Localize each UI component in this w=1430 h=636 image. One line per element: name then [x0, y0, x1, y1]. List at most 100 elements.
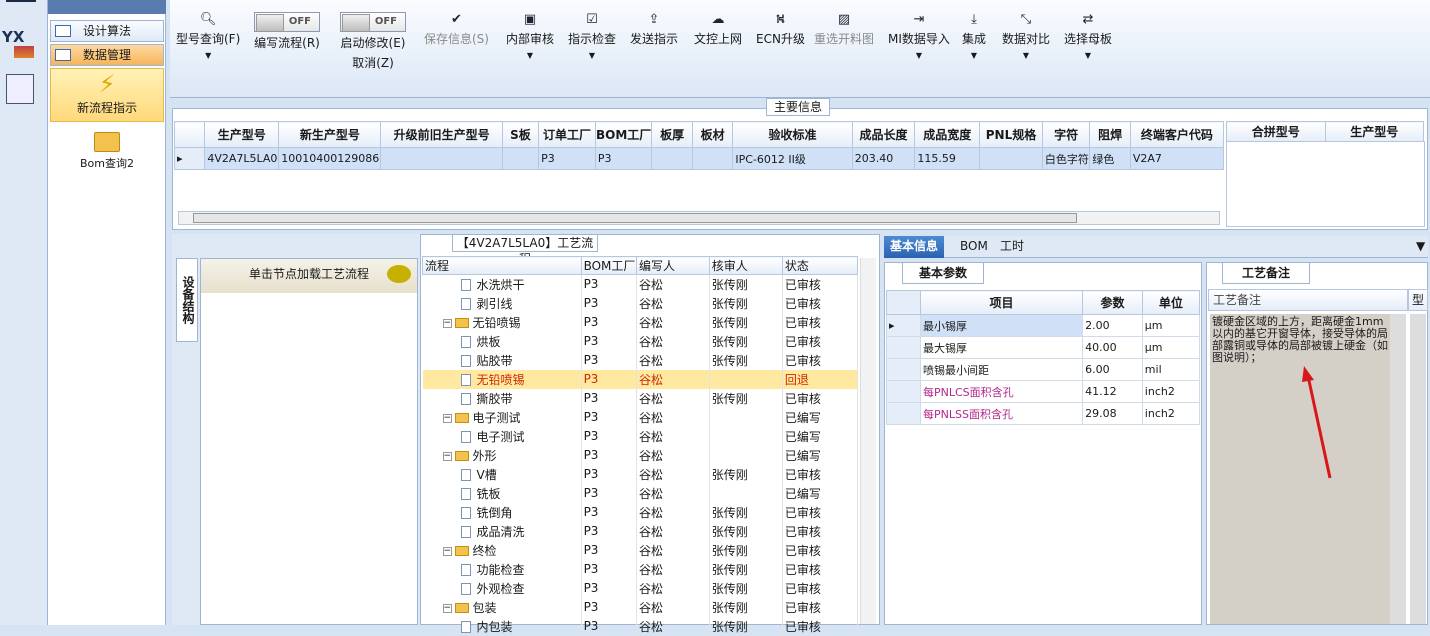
tree-row[interactable]: 成品清洗 P3 谷松 张传刚 已审核	[422, 521, 859, 541]
param-value[interactable]: 29.08	[1082, 402, 1143, 425]
tree-row[interactable]: 无铅喷锡 P3 谷松 回退	[422, 369, 859, 389]
grid-cell[interactable]: 绿色	[1089, 147, 1131, 170]
tree-row[interactable]: 水洗烘干 P3 谷松 张传刚 已审核	[422, 274, 859, 294]
tree-row[interactable]: 外观检查 P3 谷松 张传刚 已审核	[422, 578, 859, 598]
nav-item-design-algorithm[interactable]: 设计算法	[50, 20, 164, 42]
scroll-thumb[interactable]	[193, 213, 1077, 223]
grid-cell[interactable]	[501, 147, 540, 170]
save-info-button[interactable]: ✔ 保存信息(S)	[424, 12, 489, 47]
equipment-structure-tab[interactable]: 设备结构	[176, 258, 198, 342]
note-scrollbar-2[interactable]	[1410, 314, 1426, 624]
param-value[interactable]: 41.12	[1082, 380, 1143, 403]
grid-cell[interactable]: 10010400129086	[278, 147, 382, 170]
tree-row[interactable]: 剥引线 P3 谷松 张传刚 已审核	[422, 293, 859, 313]
param-value[interactable]: 2.00	[1082, 314, 1143, 337]
model-query-button[interactable]: 🔍︎ 型号查询(F) ▼	[176, 12, 240, 60]
tree-column-header[interactable]: 核审人	[708, 256, 783, 275]
column-header[interactable]: 订单工厂	[538, 121, 596, 148]
tab-basic-info[interactable]: 基本信息	[884, 236, 945, 258]
column-header[interactable]: PNL规格	[979, 121, 1043, 148]
collapse-icon[interactable]: −	[442, 546, 452, 556]
nav-item-new-flow[interactable]: ⚡ 新流程指示	[50, 68, 164, 122]
tree-row[interactable]: − 包装 P3 谷松 张传刚 已审核	[422, 597, 859, 617]
select-motherboard-button[interactable]: ⇄ 选择母板 ▼	[1064, 12, 1112, 60]
collapse-icon[interactable]: −	[442, 318, 452, 328]
tree-row[interactable]: 功能检查 P3 谷松 张传刚 已审核	[422, 559, 859, 579]
tree-row[interactable]: 撕胶带 P3 谷松 张传刚 已审核	[422, 388, 859, 408]
column-header[interactable]: 验收标准	[732, 121, 853, 148]
grid-cell[interactable]	[651, 147, 693, 170]
grid-cell[interactable]: 115.59	[914, 147, 981, 170]
column-header[interactable]: 终端客户代码	[1129, 121, 1225, 148]
send-instruction-button[interactable]: ⇪ 发送指示	[630, 12, 678, 47]
column-header[interactable]: 升级前旧生产型号	[380, 121, 503, 148]
tree-row[interactable]: 贴胶带 P3 谷松 张传刚 已审核	[422, 350, 859, 370]
mi-import-button[interactable]: ⇥ MI数据导入 ▼	[888, 12, 950, 60]
column-header[interactable]: 成品宽度	[914, 121, 981, 148]
doc-online-button[interactable]: ☁ 文控上网	[694, 12, 742, 47]
grid-cell[interactable]: 4V2A7L5LA0	[204, 147, 280, 170]
tree-row[interactable]: − 终检 P3 谷松 张传刚 已审核	[422, 540, 859, 560]
tab-work-hours[interactable]: 工时	[994, 236, 1030, 258]
column-header[interactable]: BOM工厂	[594, 121, 653, 148]
nav-item-bom-query[interactable]: Bom查询2	[50, 128, 164, 176]
collapse-icon[interactable]: −	[442, 603, 452, 613]
grid-cell[interactable]: 白色字符	[1041, 147, 1091, 170]
param-row[interactable]: 最大锡厚 40.00 μm	[886, 336, 1201, 359]
instruction-check-button[interactable]: ☑ 指示检查 ▼	[568, 12, 616, 60]
column-header[interactable]: 生产型号	[204, 121, 280, 148]
tree-column-header[interactable]: 编写人	[635, 256, 710, 275]
tree-row[interactable]: V槽 P3 谷松 张传刚 已审核	[422, 464, 859, 484]
grid-cell[interactable]: 203.40	[851, 147, 916, 170]
grid-cell[interactable]: P3	[538, 147, 596, 170]
column-header[interactable]: 字符	[1041, 121, 1091, 148]
param-row[interactable]: ▸ 最小锡厚 2.00 μm	[886, 314, 1201, 337]
ecn-upgrade-button[interactable]: ⛕ ECN升级	[756, 12, 805, 47]
tree-row[interactable]: 内包装 P3 谷松 张传刚 已审核	[422, 616, 859, 636]
grid-cell[interactable]	[691, 147, 734, 170]
data-compare-button[interactable]: ⤡ 数据对比 ▼	[1002, 12, 1050, 60]
start-modify-button[interactable]: OFF 启动修改(E) 取消(Z)	[340, 12, 406, 71]
toggle-switch[interactable]: OFF	[254, 12, 320, 32]
collapse-icon[interactable]: −	[442, 413, 452, 423]
menu-icon[interactable]	[6, 0, 36, 10]
tab-bom[interactable]: BOM	[954, 236, 994, 258]
column-header[interactable]: S板	[501, 121, 540, 148]
column-header[interactable]: 成品长度	[851, 121, 916, 148]
collapse-icon[interactable]: −	[442, 451, 452, 461]
reselect-cutting-button[interactable]: ▨ 重选开料图	[814, 12, 874, 47]
column-header[interactable]: 板材	[691, 121, 734, 148]
grid-cell[interactable]	[979, 147, 1043, 170]
tree-row[interactable]: − 外形 P3 谷松 已编写	[422, 445, 859, 465]
grid-cell[interactable]: IPC-6012 II级	[732, 147, 853, 170]
tree-row[interactable]: 电子测试 P3 谷松 已编写	[422, 426, 859, 446]
grid-cell[interactable]: V2A7	[1129, 147, 1225, 170]
param-value[interactable]: 40.00	[1082, 336, 1143, 359]
column-header[interactable]: 新生产型号	[278, 121, 382, 148]
vertical-scrollbar[interactable]	[860, 258, 876, 624]
param-value[interactable]: 6.00	[1082, 358, 1143, 381]
tree-row[interactable]: 铣板 P3 谷松 已编写	[422, 483, 859, 503]
integrate-button[interactable]: ⤓ 集成 ▼	[962, 12, 986, 60]
column-header[interactable]: 阻焊	[1089, 121, 1131, 148]
tree-column-header[interactable]: 状态	[781, 256, 859, 275]
tree-column-header[interactable]: 流程	[422, 256, 582, 275]
column-header[interactable]: 板厚	[651, 121, 693, 148]
note-scrollbar[interactable]	[1390, 314, 1406, 624]
tree-column-header[interactable]: BOM工厂	[580, 256, 637, 275]
basic-params-tab[interactable]: 基本参数	[902, 262, 984, 284]
yx-logo-icon[interactable]: YX	[2, 28, 44, 62]
param-row[interactable]: 喷锡最小间距 6.00 mil	[886, 358, 1201, 381]
tree-row[interactable]: − 电子测试 P3 谷松 已编写	[422, 407, 859, 427]
horizontal-scrollbar[interactable]	[178, 211, 1220, 225]
tree-row[interactable]: 烘板 P3 谷松 张传刚 已审核	[422, 331, 859, 351]
grid-cell[interactable]	[380, 147, 503, 170]
write-flow-button[interactable]: OFF 编写流程(R)	[254, 12, 320, 54]
calculator-icon[interactable]	[6, 74, 34, 104]
tree-row[interactable]: − 无铅喷锡 P3 谷松 张传刚 已审核	[422, 312, 859, 332]
param-row[interactable]: 每PNLSS面积含孔 29.08 inch2	[886, 402, 1201, 425]
process-note-tab[interactable]: 工艺备注	[1222, 262, 1310, 284]
internal-review-button[interactable]: ▣ 内部审核 ▼	[506, 12, 554, 60]
grid-cell[interactable]: P3	[594, 147, 653, 170]
param-row[interactable]: 每PNLCS面积含孔 41.12 inch2	[886, 380, 1201, 403]
